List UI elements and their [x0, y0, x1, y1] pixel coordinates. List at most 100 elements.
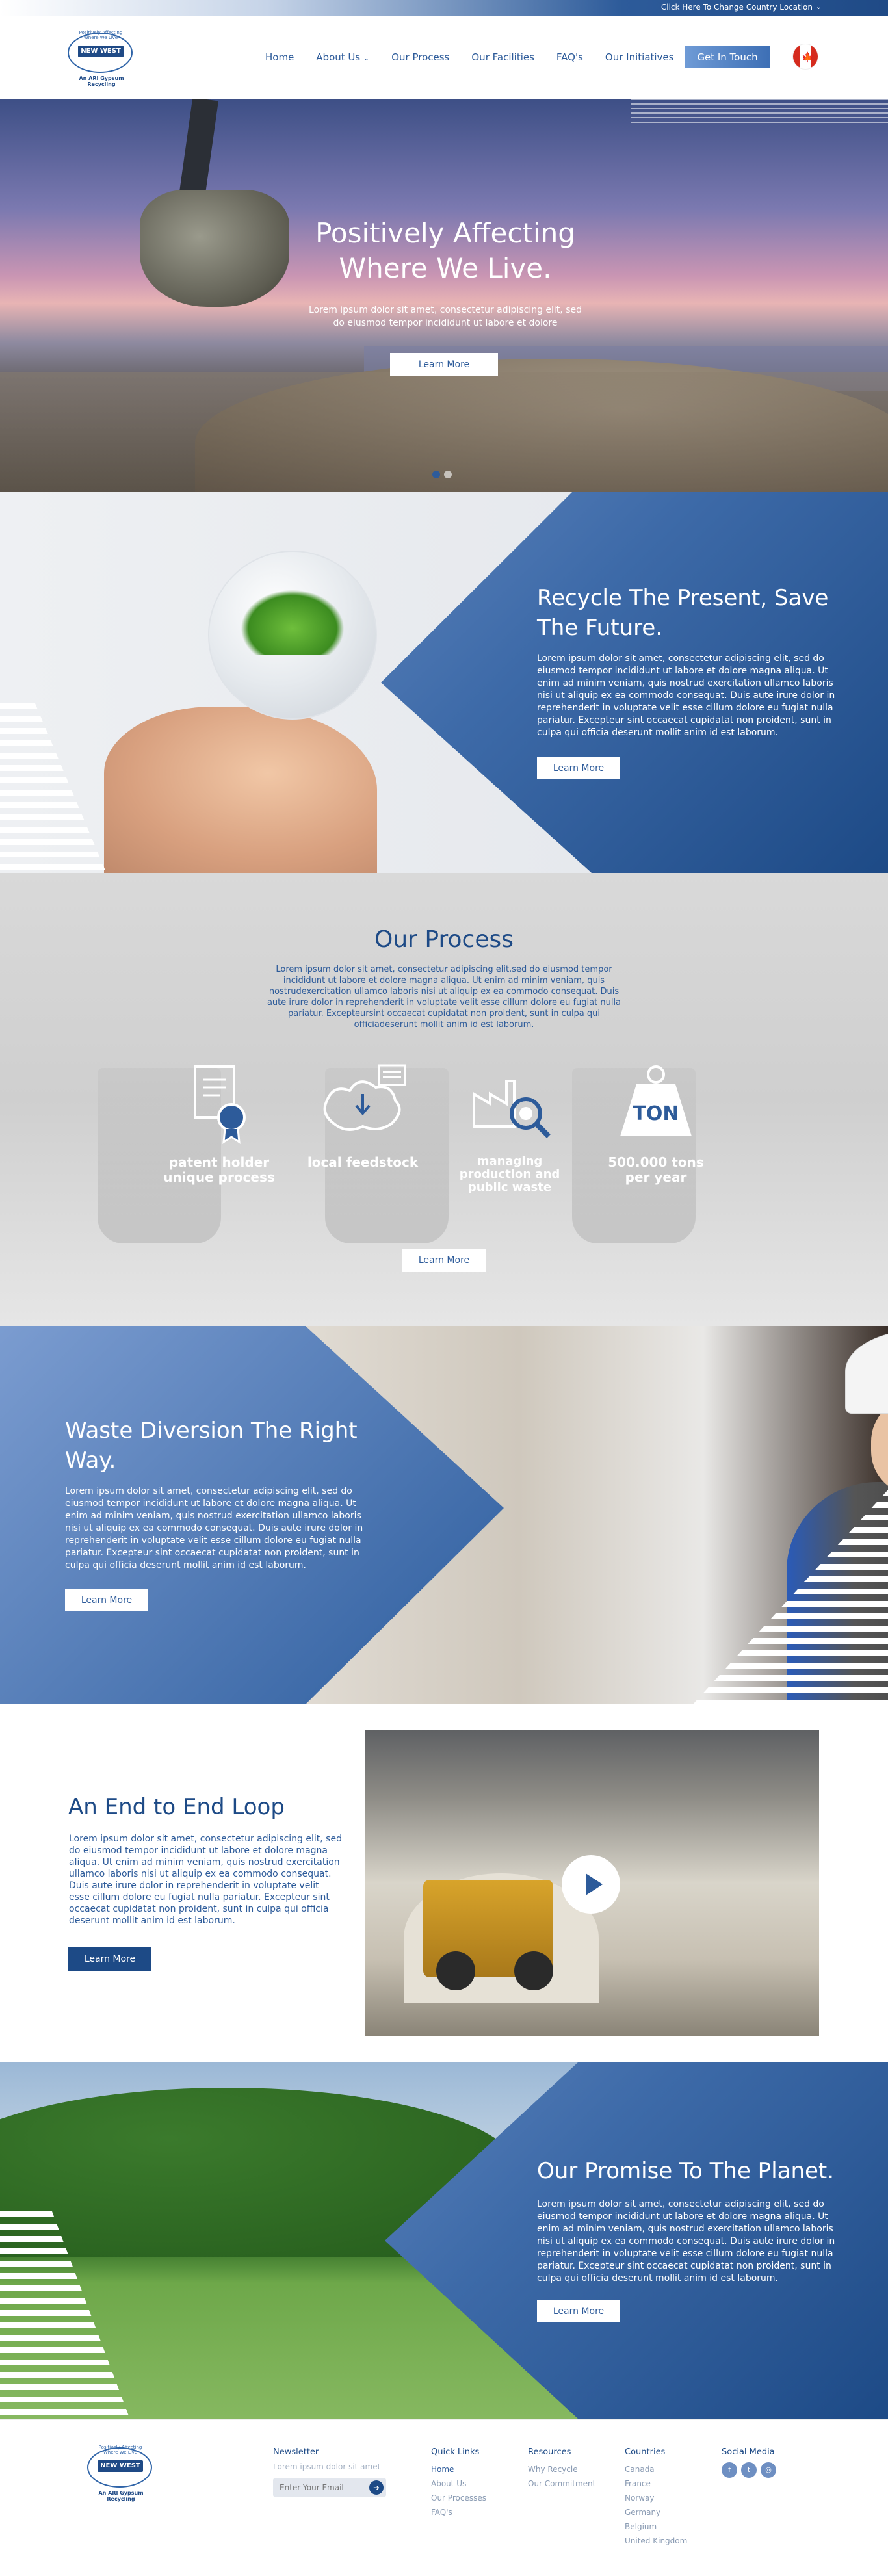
- recycle-learn-more-button[interactable]: Learn More: [537, 757, 620, 779]
- excavator-arm-image: [178, 99, 218, 205]
- recycle-title: Recycle The Present, Save The Future.: [537, 585, 829, 641]
- logo-subtitle: An ARI Gypsum Recycling: [79, 75, 124, 87]
- nav-about-us[interactable]: About Us ⌄: [316, 51, 369, 63]
- chevron-down-icon[interactable]: ⌄: [816, 3, 822, 11]
- logo-name: NEW WEST: [78, 46, 124, 57]
- footer-link-faqs[interactable]: FAQ's: [431, 2505, 486, 2519]
- email-field[interactable]: [273, 2478, 364, 2497]
- country-link-belgium[interactable]: Belgium: [625, 2519, 687, 2534]
- resources-title: Resources: [528, 2447, 571, 2457]
- nav-our-initiatives[interactable]: Our Initiatives: [605, 51, 674, 63]
- hero-text: Lorem ipsum dolor sit amet, consectetur …: [309, 305, 582, 328]
- map-pin-icon: [323, 1064, 406, 1131]
- waste-text: Lorem ipsum dolor sit amet, consectetur …: [65, 1486, 363, 1570]
- newsletter-title: Newsletter: [273, 2447, 319, 2457]
- footer-link-about[interactable]: About Us: [431, 2477, 486, 2491]
- loop-section: An End to End Loop Lorem ipsum dolor sit…: [0, 1704, 888, 2062]
- quick-links-column: Quick Links Home About Us Our Processes …: [431, 2447, 486, 2519]
- nav-home[interactable]: Home: [265, 51, 294, 63]
- country-link-germany[interactable]: Germany: [625, 2505, 687, 2519]
- process-learn-more-button[interactable]: Learn More: [402, 1249, 486, 1272]
- quick-links-title: Quick Links: [431, 2447, 480, 2457]
- site-header: Positively Affecting Where We Live NEW W…: [0, 16, 888, 99]
- get-in-touch-button[interactable]: Get In Touch: [685, 46, 770, 68]
- recycle-text: Lorem ipsum dolor sit amet, consectetur …: [537, 653, 835, 738]
- recycle-section: Recycle The Present, Save The Future. Lo…: [0, 492, 888, 873]
- hard-hat-image: [845, 1329, 888, 1414]
- country-link-france[interactable]: France: [625, 2477, 687, 2491]
- twitter-icon[interactable]: t: [741, 2462, 757, 2478]
- loop-title: An End to End Loop: [68, 1794, 285, 1820]
- nav-faqs[interactable]: FAQ's: [556, 51, 583, 63]
- process-section: Our Process Lorem ipsum dolor sit amet, …: [0, 873, 888, 1326]
- nav-about-label: About Us: [316, 51, 361, 63]
- nav-our-process[interactable]: Our Process: [391, 51, 449, 63]
- carousel-dot-1[interactable]: [432, 471, 440, 478]
- feature-managing: managing production and public waste: [448, 1061, 571, 1194]
- feature-label: managing production and public waste: [459, 1154, 560, 1194]
- hero-banner: Positively Affecting Where We Live. Lore…: [0, 99, 888, 492]
- site-footer: Positively Affecting Where We Live NEW W…: [0, 2419, 888, 2576]
- country-link-norway[interactable]: Norway: [625, 2491, 687, 2505]
- canada-flag-icon[interactable]: 🍁: [792, 44, 818, 70]
- footer-link-home[interactable]: Home: [431, 2462, 486, 2477]
- country-link-canada[interactable]: Canada: [625, 2462, 687, 2477]
- waste-learn-more-button[interactable]: Learn More: [65, 1589, 148, 1611]
- decorative-stripes: [631, 99, 888, 126]
- hand-image: [104, 707, 377, 873]
- newsletter-column: Newsletter Lorem ipsum dolor sit amet ➜: [273, 2447, 386, 2497]
- loop-learn-more-button[interactable]: Learn More: [68, 1947, 151, 1971]
- waste-section: Waste Diversion The Right Way. Lorem ips…: [0, 1326, 888, 1704]
- feature-patent: patent holder unique process: [157, 1061, 281, 1185]
- promise-learn-more-button[interactable]: Learn More: [537, 2300, 620, 2322]
- country-bar: Click Here To Change Country Location ⌄: [0, 0, 888, 16]
- countries-column: Countries Canada France Norway Germany B…: [625, 2447, 687, 2548]
- social-icons: f t ◎: [722, 2462, 776, 2478]
- facebook-icon[interactable]: f: [722, 2462, 737, 2478]
- logo-tagline: Positively Affecting Where We Live: [79, 30, 123, 40]
- promise-title: Our Promise To The Planet.: [537, 2158, 835, 2184]
- social-column: Social Media f t ◎: [722, 2447, 776, 2478]
- newsletter-hint: Lorem ipsum dolor sit amet: [273, 2462, 381, 2471]
- loop-text: Lorem ipsum dolor sit amet, consectetur …: [69, 1834, 342, 1926]
- certificate-icon: [194, 1065, 246, 1145]
- play-icon[interactable]: [562, 1855, 620, 1914]
- feature-local: local feedstock: [301, 1061, 424, 1170]
- nav-our-facilities[interactable]: Our Facilities: [471, 51, 534, 63]
- logo-name: NEW WEST: [98, 2460, 143, 2472]
- carousel-dots: [432, 471, 452, 478]
- process-title: Our Process: [374, 926, 514, 953]
- arrow-right-icon[interactable]: ➜: [369, 2480, 384, 2495]
- ton-badge: TON: [633, 1102, 679, 1125]
- site-logo[interactable]: Positively Affecting Where We Live NEW W…: [65, 29, 137, 88]
- instagram-icon[interactable]: ◎: [761, 2462, 776, 2478]
- feature-tons: TON 500.000 tons per year: [594, 1061, 718, 1185]
- footer-link-processes[interactable]: Our Processes: [431, 2491, 486, 2505]
- feature-label: patent holder unique process: [163, 1154, 275, 1185]
- chevron-down-icon: ⌄: [363, 54, 370, 62]
- excavator-bucket-image: [140, 190, 289, 307]
- footer-link-why-recycle[interactable]: Why Recycle: [528, 2462, 595, 2477]
- country-link-uk[interactable]: United Kingdom: [625, 2534, 687, 2548]
- logo-subtitle: An ARI Gypsum Recycling: [98, 2490, 144, 2502]
- footer-link-commitment[interactable]: Our Commitment: [528, 2477, 595, 2491]
- promise-section: Our Promise To The Planet. Lorem ipsum d…: [0, 2062, 888, 2419]
- weight-icon: TON: [620, 1065, 692, 1136]
- promise-text: Lorem ipsum dolor sit amet, consectetur …: [537, 2199, 835, 2283]
- feature-label: 500.000 tons per year: [608, 1154, 704, 1185]
- email-field-wrapper: ➜: [273, 2478, 386, 2497]
- countries-title: Countries: [625, 2447, 666, 2457]
- factory-search-icon: [473, 1080, 551, 1138]
- logo-tagline: Positively Affecting Where We Live: [98, 2445, 142, 2455]
- video-player[interactable]: [365, 1730, 819, 2036]
- footer-logo[interactable]: Positively Affecting Where We Live NEW W…: [85, 2443, 156, 2503]
- feature-label: local feedstock: [307, 1154, 419, 1170]
- main-nav: Home About Us ⌄ Our Process Our Faciliti…: [265, 51, 696, 63]
- hero-learn-more-button[interactable]: Learn More: [390, 353, 498, 376]
- hero-title: Positively Affecting Where We Live.: [315, 217, 575, 284]
- carousel-dot-2[interactable]: [444, 471, 452, 478]
- social-title: Social Media: [722, 2447, 775, 2457]
- resources-column: Resources Why Recycle Our Commitment: [528, 2447, 595, 2491]
- plant-image: [241, 590, 345, 655]
- change-country-link[interactable]: Click Here To Change Country Location: [661, 3, 813, 12]
